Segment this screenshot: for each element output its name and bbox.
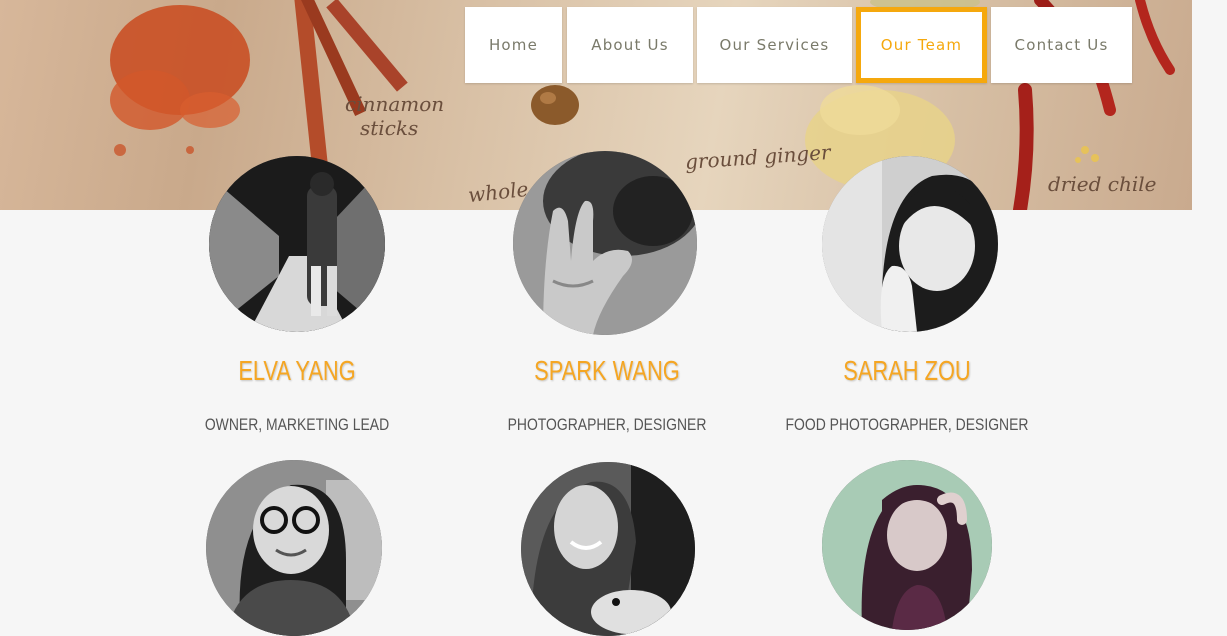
team-member-name: SPARK WANG — [534, 355, 680, 386]
team-member-avatar — [209, 156, 385, 332]
nav-contact-us[interactable]: Contact Us — [991, 7, 1132, 83]
hero-label-cinnamon: cinnamon — [345, 92, 445, 116]
team-member-avatar — [521, 462, 695, 636]
team-member-role: PHOTOGRAPHER, DESIGNER — [507, 415, 707, 434]
team-member-name: ELVA YANG — [238, 355, 356, 386]
team-member-role: OWNER, MARKETING LEAD — [204, 415, 390, 434]
team-member-name: SARAH ZOU — [843, 355, 971, 386]
team-member-role: FOOD PHOTOGRAPHER, DESIGNER — [785, 415, 1029, 434]
nav-home[interactable]: Home — [465, 7, 562, 83]
page: cinnamon sticks ground ginger whole drie… — [0, 0, 1227, 636]
team-member-avatar — [206, 460, 382, 636]
team-member-avatar — [822, 156, 998, 332]
nav-our-services[interactable]: Our Services — [697, 7, 852, 83]
hero-label-sticks: sticks — [360, 116, 419, 140]
hero-label-chile: dried chile — [1048, 172, 1157, 196]
team-member-avatar — [513, 151, 697, 335]
nav-our-team[interactable]: Our Team — [856, 7, 987, 83]
team-member-avatar — [822, 460, 992, 630]
nav-about-us[interactable]: About Us — [567, 7, 693, 83]
